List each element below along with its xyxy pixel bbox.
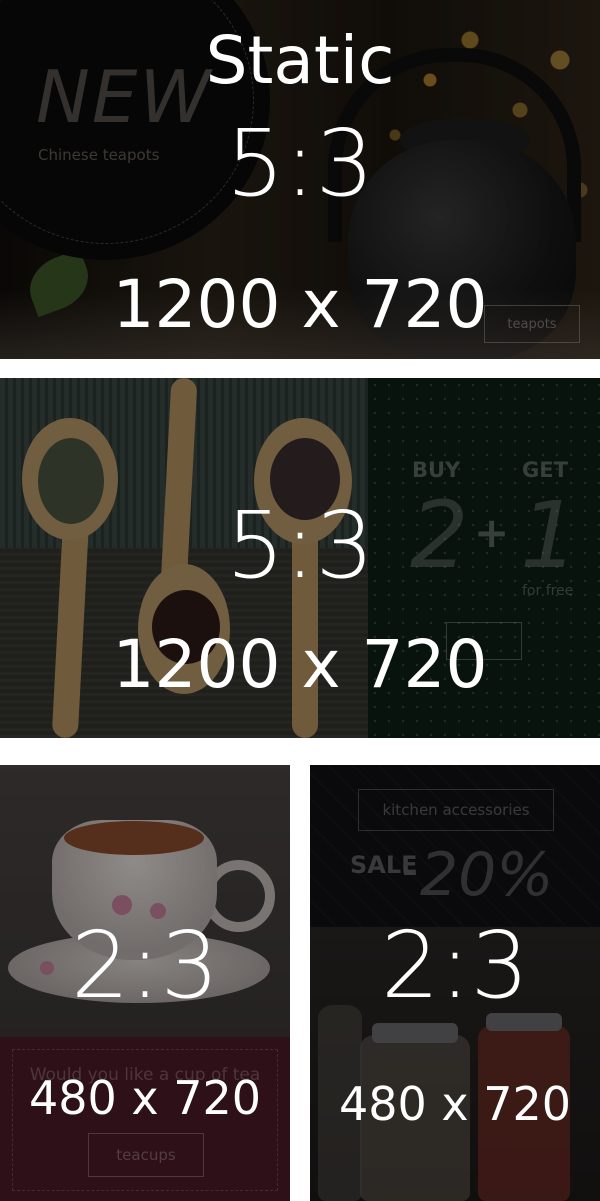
banner-kitchen-accessories[interactable]: kitchen accessories SALE 20% 2:3 480 x 7… xyxy=(310,765,600,1201)
banner-buy-2-get-1[interactable]: BUY GET 2 + 1 for free 5:3 1200 x 720 xyxy=(0,378,600,738)
size-label: 1200 x 720 xyxy=(112,626,488,703)
minus-sign xyxy=(404,873,416,875)
ratio-label: 2:3 xyxy=(380,912,530,1019)
discount-label: 20% xyxy=(420,840,554,910)
teacups-button-label: teacups xyxy=(116,1146,176,1164)
banner-teapots[interactable]: NEW Chinese teapots teapots Static 5:3 1… xyxy=(0,0,600,359)
size-label: 1200 x 720 xyxy=(112,266,488,343)
buy-label: BUY xyxy=(412,458,461,482)
size-label: 480 x 720 xyxy=(338,1077,572,1131)
ratio-label: 5:3 xyxy=(225,492,375,599)
teacups-button[interactable]: teacups xyxy=(88,1133,204,1177)
ratio-label: 5:3 xyxy=(225,110,375,217)
size-label: 480 x 720 xyxy=(28,1071,262,1125)
static-label: Static xyxy=(205,22,395,99)
tea xyxy=(64,821,204,855)
kitchen-accessories-label: kitchen accessories xyxy=(382,801,530,819)
jar-lid xyxy=(372,1023,458,1043)
banner-teacups[interactable]: Would you like a cup of tea teacups 2:3 … xyxy=(0,765,290,1201)
ratio-label: 2:3 xyxy=(70,912,220,1019)
get-label: GET xyxy=(522,458,568,482)
kitchen-accessories-button[interactable]: kitchen accessories xyxy=(358,789,554,831)
